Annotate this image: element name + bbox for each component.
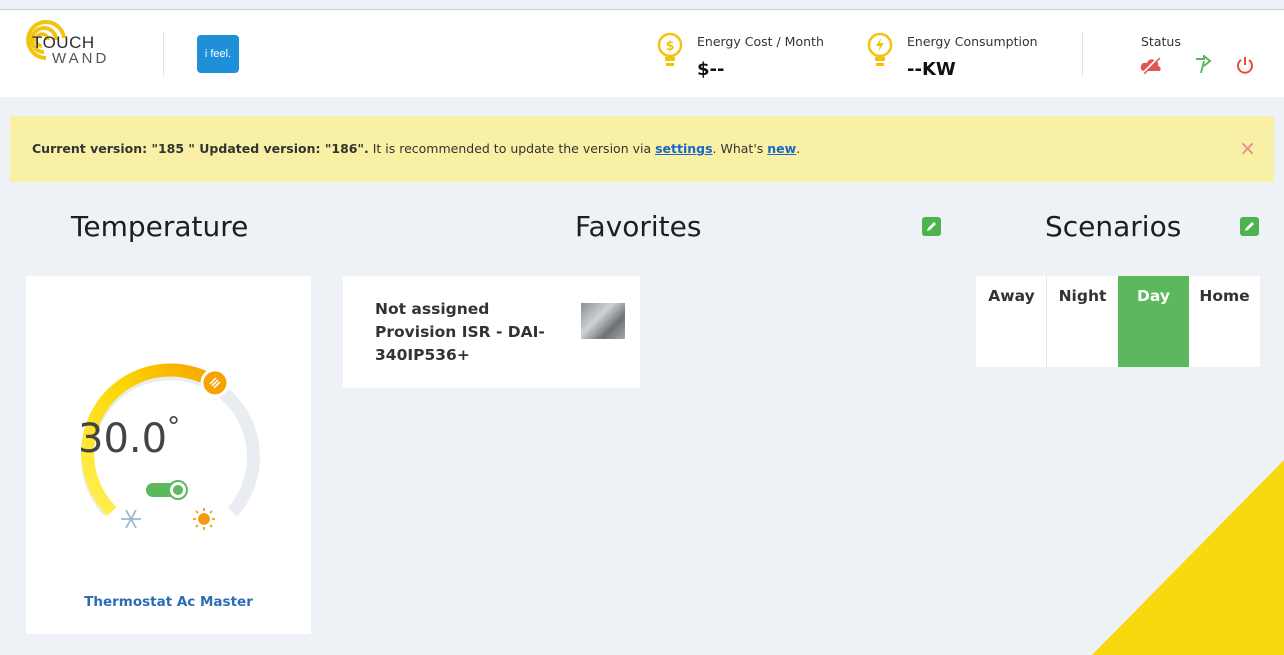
svg-text:$: $ [665,39,674,54]
scenario-night[interactable]: Night [1047,276,1118,367]
scenarios-edit-button[interactable] [1240,217,1259,236]
favorite-line-3: 340IP536+ [375,346,470,364]
temperature-number: 30.0 [78,416,168,462]
settings-link[interactable]: settings [655,141,712,156]
energy-consumption-label: Energy Consumption [907,34,1038,49]
banner-whats-text: . What's [712,141,768,156]
scenario-away[interactable]: Away [976,276,1047,367]
header-divider-2 [1082,32,1083,76]
thermostat-card[interactable]: 30.0° Thermostat Ac Master [26,276,311,634]
favorites-edit-button[interactable] [922,217,941,236]
banner-text: Current version: "185 " Updated version:… [32,141,800,156]
sun-icon [193,508,215,530]
close-icon[interactable]: × [1239,136,1256,160]
dollar-bulb-icon: $ [657,32,683,66]
scenario-label: Away [988,287,1035,305]
camera-thumbnail [581,303,625,339]
energy-consumption-value: --KW [907,59,956,80]
status-label: Status [1141,34,1181,49]
scenario-home[interactable]: Home [1189,276,1260,367]
update-banner: Current version: "185 " Updated version:… [10,116,1274,182]
scenario-label: Night [1058,287,1107,305]
pencil-icon [1245,222,1254,231]
favorite-line-2: Provision ISR - DAI- [375,323,545,341]
ifeel-logo[interactable]: i feel. [197,35,239,73]
mode-toggle [146,480,188,500]
energy-cost-value: $-- [697,59,725,80]
lightning-bulb-icon [867,32,893,66]
header-divider [163,32,164,76]
banner-recommend-text: It is recommended to update the version … [368,141,656,156]
banner-end-text: . [796,141,801,156]
favorites-title: Favorites [575,210,702,243]
scenario-label: Day [1137,287,1170,305]
temperature-title: Temperature [71,210,249,243]
corner-decoration [1092,460,1284,655]
scenario-label: Home [1199,287,1250,305]
new-link[interactable]: new [767,141,796,156]
scenario-day[interactable]: Day [1118,276,1189,367]
power-icon[interactable] [1236,56,1254,74]
snowflake-icon [121,509,141,529]
scenarios-title: Scenarios [1045,210,1182,243]
favorite-line-1: Not assigned [375,300,490,318]
degree-symbol: ° [167,412,181,442]
thermostat-name[interactable]: Thermostat Ac Master [26,594,311,610]
banner-version-text: Current version: "185 " Updated version:… [32,141,369,156]
arrow-icon[interactable] [1194,55,1212,75]
cloud-disconnected-icon[interactable] [1140,56,1162,74]
header-bar: TOUCH WAND i feel. $ Energy Cost / Month… [0,10,1284,97]
energy-cost-label: Energy Cost / Month [697,34,824,49]
temperature-value: 30.0° [78,412,180,462]
logo-text-bottom: WAND [52,50,110,67]
pencil-icon [927,222,936,231]
ifeel-label: i feel. [204,48,232,60]
favorite-label: Not assigned Provision ISR - DAI- 340IP5… [375,298,555,367]
favorite-card[interactable]: Not assigned Provision ISR - DAI- 340IP5… [343,276,640,388]
dial-handle [200,368,230,398]
